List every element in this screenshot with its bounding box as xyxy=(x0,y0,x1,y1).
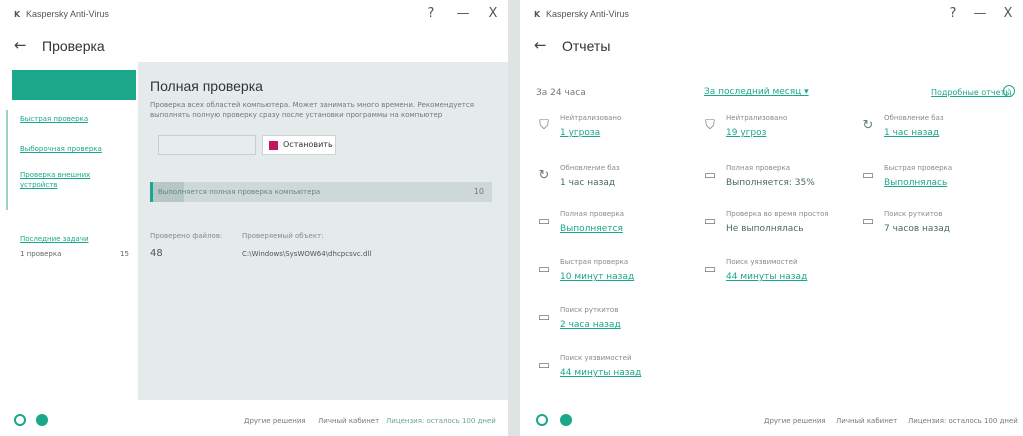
app-title: Kaspersky Anti-Virus xyxy=(26,9,109,19)
sidebar-item-full-scan[interactable] xyxy=(12,70,136,100)
page-title: Отчеты xyxy=(562,38,611,54)
tile-value[interactable]: 1 час назад xyxy=(884,128,939,138)
other-solutions-link[interactable]: Другие решения xyxy=(764,417,826,425)
scan-description: Проверка всех областей компьютера. Может… xyxy=(150,101,474,119)
support-icon[interactable] xyxy=(560,414,572,426)
title-bar: K Kaspersky Anti-Virus ? — X xyxy=(520,0,1023,30)
stop-button[interactable]: Остановить xyxy=(262,135,336,155)
tile-value[interactable]: 10 минут назад xyxy=(560,272,634,282)
page-title: Проверка xyxy=(42,38,105,54)
tile-value[interactable]: 44 минуты назад xyxy=(560,368,641,378)
monitor-scan-icon: ▭ xyxy=(703,168,717,183)
sidebar-item-recent-tasks[interactable]: Последние задачи xyxy=(20,234,89,244)
history-item: 1 проверка xyxy=(20,250,62,258)
shield-icon: ⛉ xyxy=(705,118,715,133)
sidebar: Быстрая проверка Выборочная проверка Про… xyxy=(6,70,136,400)
tile-value: Не выполнялась xyxy=(726,224,804,234)
monitor-scan-icon: ▭ xyxy=(861,168,875,183)
history-count: 15 xyxy=(120,250,129,258)
period-label: За 24 часа xyxy=(536,88,586,98)
monitor-scan-icon: ▭ xyxy=(537,358,551,373)
minimize-button[interactable]: — xyxy=(971,6,989,21)
progress-text: Выполняется полная проверка компьютера xyxy=(158,188,321,196)
scan-title: Полная проверка xyxy=(150,78,263,94)
sidebar-item-quick-scan[interactable]: Быстрая проверка xyxy=(20,114,88,124)
scan-window: K Kaspersky Anti-Virus ? — X ← Проверка … xyxy=(0,0,508,436)
sidebar-divider xyxy=(6,110,8,210)
tile-label: Проверка во время простоя xyxy=(726,210,829,218)
license-link[interactable]: Лицензия: осталось 100 дней xyxy=(386,417,496,425)
kaspersky-logo-icon: K xyxy=(14,10,21,19)
tile-label: Обновление баз xyxy=(884,114,944,122)
tile-label: Нейтрализовано xyxy=(560,114,622,122)
help-button[interactable]: ? xyxy=(944,6,962,21)
scan-pane: Полная проверка Проверка всех областей к… xyxy=(138,62,508,400)
tile-value: 1 час назад xyxy=(560,178,616,188)
close-button[interactable]: X xyxy=(484,6,502,21)
tile-label: Поиск руткитов xyxy=(560,306,619,314)
tile-label: Нейтрализовано xyxy=(726,114,788,122)
arrow-right-icon[interactable]: › xyxy=(1003,85,1015,97)
tile-label: Поиск уязвимостей xyxy=(560,354,632,362)
close-button[interactable]: X xyxy=(999,6,1017,21)
monitor-scan-icon: ▭ xyxy=(537,214,551,229)
update-icon: ↻ xyxy=(862,118,874,133)
object-value: C:\Windows\SysWOW64\dhcpcsvc.dll xyxy=(242,250,372,258)
tile-label: Полная проверка xyxy=(560,210,625,218)
tile-value: Выполняется: 35% xyxy=(726,178,815,188)
tile-value[interactable]: 19 угроз xyxy=(726,128,766,138)
help-button[interactable]: ? xyxy=(422,6,440,21)
progress-percent: 10 xyxy=(473,187,484,196)
detailed-reports-link[interactable]: Подробные отчеты xyxy=(931,88,1012,97)
monitor-scan-icon: ▭ xyxy=(861,214,875,229)
tile-label: Поиск уязвимостей xyxy=(726,258,798,266)
support-icon[interactable] xyxy=(36,414,48,426)
progress-accent xyxy=(150,182,153,202)
reports-window: K Kaspersky Anti-Virus ? — X ← Отчеты За… xyxy=(520,0,1023,436)
minimize-button[interactable]: — xyxy=(454,6,472,21)
pause-button[interactable] xyxy=(158,135,256,155)
scan-progress-bar: Выполняется полная проверка компьютера 1… xyxy=(150,182,492,202)
footer: Другие решения Личный кабинет Лицензия: … xyxy=(520,400,1023,436)
my-account-link[interactable]: Личный кабинет xyxy=(318,417,379,425)
stop-label: Остановить xyxy=(283,140,333,149)
back-arrow-icon[interactable]: ← xyxy=(14,36,27,54)
title-bar: K Kaspersky Anti-Virus ? — X xyxy=(0,0,508,30)
tile-value[interactable]: 44 минуты назад xyxy=(726,272,807,282)
settings-icon[interactable] xyxy=(536,414,548,426)
period-select[interactable]: За последний месяц ▾ xyxy=(704,87,809,97)
tile-label: Полная проверка xyxy=(726,164,791,172)
monitor-scan-icon: ▭ xyxy=(537,310,551,325)
app-title: Kaspersky Anti-Virus xyxy=(546,9,629,19)
shield-icon: ⛉ xyxy=(539,118,549,133)
monitor-scan-icon: ▭ xyxy=(703,214,717,229)
update-icon: ↻ xyxy=(538,168,550,183)
kaspersky-logo-icon: K xyxy=(534,10,541,19)
license-link[interactable]: Лицензия: осталось 100 дней xyxy=(908,417,1018,425)
stop-icon xyxy=(269,141,278,150)
monitor-scan-icon: ▭ xyxy=(537,262,551,277)
tile-label: Обновление баз xyxy=(560,164,620,172)
other-solutions-link[interactable]: Другие решения xyxy=(244,417,306,425)
tile-value: 7 часов назад xyxy=(884,224,950,234)
object-label: Проверяемый объект: xyxy=(242,232,324,240)
sidebar-item-custom-scan[interactable]: Выборочная проверка xyxy=(20,144,102,154)
page-header: ← Проверка xyxy=(0,30,508,62)
tile-label: Быстрая проверка xyxy=(884,164,953,172)
tile-label: Быстрая проверка xyxy=(560,258,629,266)
settings-icon[interactable] xyxy=(14,414,26,426)
tile-value[interactable]: 2 часа назад xyxy=(560,320,621,330)
page-header: ← Отчеты xyxy=(520,30,1023,62)
tile-label: Поиск руткитов xyxy=(884,210,943,218)
footer: Другие решения Личный кабинет Лицензия: … xyxy=(0,400,508,436)
tile-value[interactable]: Выполняется xyxy=(560,224,623,234)
tile-value[interactable]: Выполнялась xyxy=(884,178,947,188)
files-label: Проверено файлов: xyxy=(150,232,223,240)
my-account-link[interactable]: Личный кабинет xyxy=(836,417,897,425)
sidebar-item-external-devices[interactable]: Проверка внешних устройств xyxy=(20,170,110,190)
back-arrow-icon[interactable]: ← xyxy=(534,36,547,54)
files-value: 48 xyxy=(150,248,163,259)
tile-value[interactable]: 1 угроза xyxy=(560,128,600,138)
monitor-scan-icon: ▭ xyxy=(703,262,717,277)
